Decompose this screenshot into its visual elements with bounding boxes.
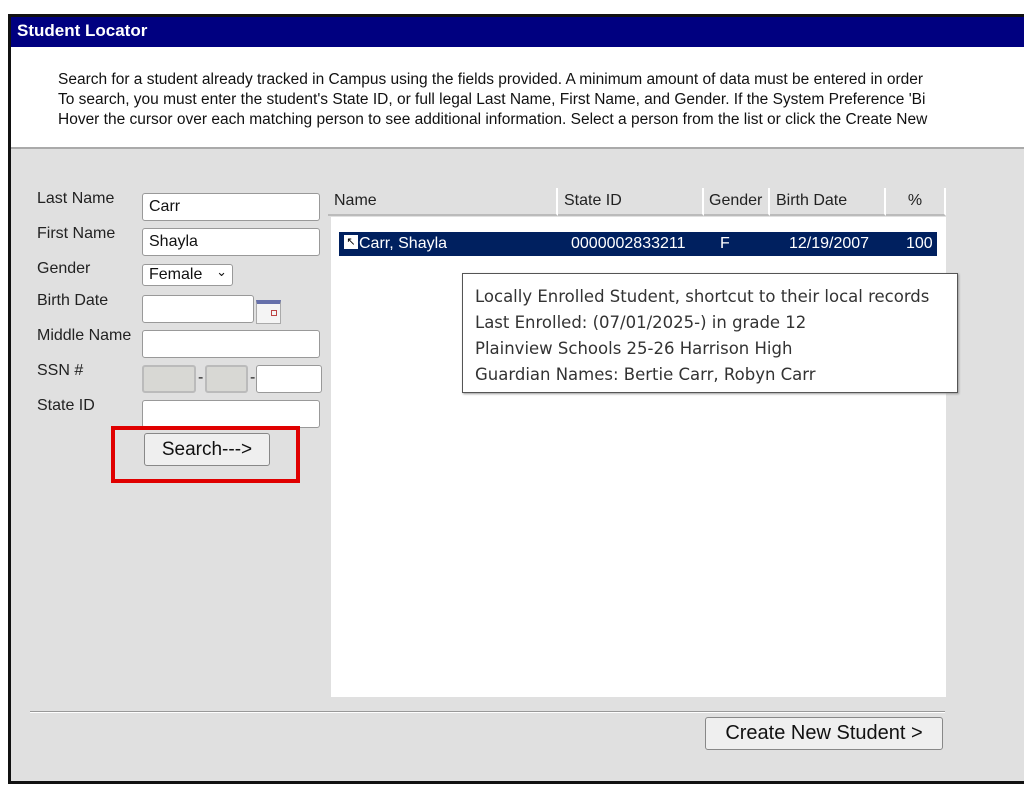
ssn-part2-input[interactable] <box>205 365 248 393</box>
first-name-label: First Name <box>37 225 116 242</box>
instruction-line: Hover the cursor over each matching pers… <box>58 111 928 128</box>
search-button[interactable]: Search---> <box>144 433 270 466</box>
birth-date-label: Birth Date <box>37 292 109 309</box>
result-gender: F <box>720 235 730 252</box>
result-state-id: 0000002833211 <box>571 235 686 252</box>
student-locator-window: Student Locator Search for a student alr… <box>8 14 1024 784</box>
tooltip-line: Guardian Names: Bertie Carr, Robyn Carr <box>475 365 816 384</box>
last-name-input[interactable] <box>142 193 320 221</box>
instruction-line: To search, you must enter the student's … <box>58 91 926 108</box>
tooltip-line: Plainview Schools 25-26 Harrison High <box>475 339 793 358</box>
ssn-separator: - <box>250 369 256 386</box>
instructions: Search for a student already tracked in … <box>11 47 1024 149</box>
gender-value: Female <box>149 266 203 283</box>
student-tooltip: Locally Enrolled Student, shortcut to th… <box>462 273 958 393</box>
result-row[interactable]: ↖ Carr, Shayla 0000002833211 F 12/19/200… <box>339 232 937 256</box>
middle-name-label: Middle Name <box>37 327 132 344</box>
last-name-label: Last Name <box>37 190 115 207</box>
gender-select[interactable]: Female ⌄ <box>142 264 233 286</box>
ssn-separator: - <box>198 369 204 386</box>
window-title: Student Locator <box>11 17 1024 47</box>
birth-date-input[interactable] <box>142 295 254 323</box>
divider <box>30 711 945 713</box>
ssn-part3-input[interactable] <box>256 365 322 393</box>
tooltip-line: Locally Enrolled Student, shortcut to th… <box>475 287 930 306</box>
local-shortcut-icon[interactable]: ↖ <box>344 235 358 249</box>
column-header-name[interactable]: Name <box>328 188 558 216</box>
tooltip-line: Last Enrolled: (07/01/2025-) in grade 12 <box>475 313 807 332</box>
ssn-part1-input[interactable] <box>142 365 196 393</box>
result-percent: 100 <box>906 235 933 252</box>
first-name-input[interactable] <box>142 228 320 256</box>
result-birth-date: 12/19/2007 <box>789 235 870 252</box>
create-new-student-button[interactable]: Create New Student > <box>705 717 943 750</box>
calendar-icon[interactable] <box>256 300 281 324</box>
result-name: Carr, Shayla <box>359 235 448 252</box>
middle-name-input[interactable] <box>142 330 320 358</box>
column-header-gender[interactable]: Gender <box>704 188 770 216</box>
state-id-input[interactable] <box>142 400 320 428</box>
instruction-line: Search for a student already tracked in … <box>58 71 924 88</box>
chevron-down-icon: ⌄ <box>216 264 227 279</box>
state-id-label: State ID <box>37 397 95 414</box>
gender-label: Gender <box>37 260 91 277</box>
column-header-birth-date[interactable]: Birth Date <box>770 188 886 216</box>
column-header-state-id[interactable]: State ID <box>558 188 704 216</box>
ssn-label: SSN # <box>37 362 84 379</box>
column-header-percent[interactable]: % <box>886 188 946 216</box>
